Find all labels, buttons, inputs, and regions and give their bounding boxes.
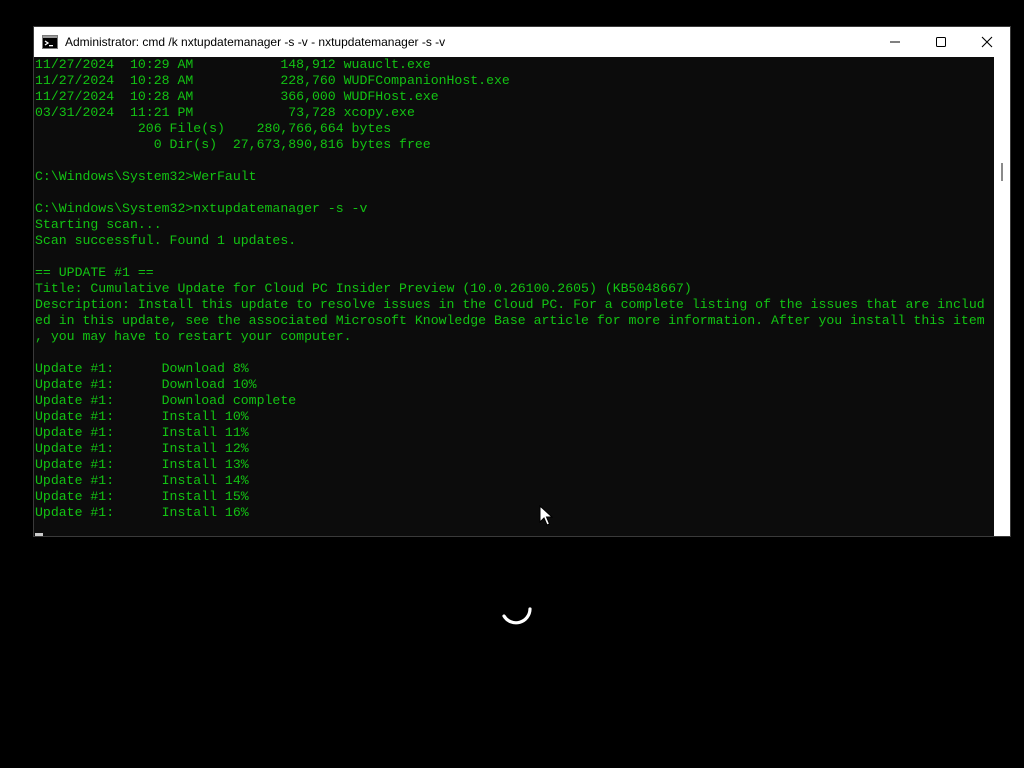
console-line: Title: Cumulative Update for Cloud PC In…	[35, 281, 692, 296]
maximize-icon	[936, 37, 946, 47]
scrollbar-thumb[interactable]	[1001, 163, 1003, 181]
console-line: Scan successful. Found 1 updates.	[35, 233, 297, 248]
close-button[interactable]	[964, 27, 1010, 57]
console-line: Update #1: Download 8%	[35, 361, 249, 376]
mouse-pointer-icon	[539, 505, 553, 526]
console-line: 206 File(s) 280,766,664 bytes	[35, 121, 392, 136]
console-line: Update #1: Install 10%	[35, 409, 249, 424]
vertical-scrollbar[interactable]	[994, 57, 1010, 536]
console-line: Update #1: Download complete	[35, 393, 297, 408]
console-line: 11/27/2024 10:28 AM 228,760 WUDFCompanio…	[35, 73, 510, 88]
console-line: Starting scan...	[35, 217, 162, 232]
loading-spinner-icon	[502, 607, 532, 625]
console-line: == UPDATE #1 ==	[35, 265, 154, 280]
window-controls	[872, 27, 1010, 57]
maximize-button[interactable]	[918, 27, 964, 57]
console-line: Update #1: Install 11%	[35, 425, 249, 440]
console-line: Update #1: Install 15%	[35, 489, 249, 504]
console-line: Update #1: Download 10%	[35, 377, 257, 392]
console-line: 11/27/2024 10:29 AM 148,912 wuauclt.exe	[35, 57, 431, 72]
window-title: Administrator: cmd /k nxtupdatemanager -…	[65, 35, 446, 49]
console-line: ed in this update, see the associated Mi…	[35, 313, 985, 328]
console-line: C:\Windows\System32>WerFault	[35, 169, 257, 184]
close-icon	[981, 36, 993, 48]
minimize-icon	[890, 41, 900, 43]
cmd-icon	[42, 35, 58, 49]
console-line: Update #1: Install 16%	[35, 505, 249, 520]
text-cursor	[35, 533, 43, 536]
console-window[interactable]: Administrator: cmd /k nxtupdatemanager -…	[33, 26, 1011, 537]
console-line: Description: Install this update to reso…	[35, 297, 985, 312]
console-line: Update #1: Install 13%	[35, 457, 249, 472]
minimize-button[interactable]	[872, 27, 918, 57]
console-line: 11/27/2024 10:28 AM 366,000 WUDFHost.exe	[35, 89, 439, 104]
console-line: , you may have to restart your computer.	[35, 329, 352, 344]
console-line: Update #1: Install 14%	[35, 473, 249, 488]
console-line: 03/31/2024 11:21 PM 73,728 xcopy.exe	[35, 105, 415, 120]
console-line: Update #1: Install 12%	[35, 441, 249, 456]
title-bar[interactable]: Administrator: cmd /k nxtupdatemanager -…	[34, 27, 1010, 57]
console-line: 0 Dir(s) 27,673,890,816 bytes free	[35, 137, 431, 152]
console-output[interactable]: 11/27/2024 10:29 AM 148,912 wuauclt.exe …	[34, 57, 994, 536]
console-line: C:\Windows\System32>nxtupdatemanager -s …	[35, 201, 368, 216]
